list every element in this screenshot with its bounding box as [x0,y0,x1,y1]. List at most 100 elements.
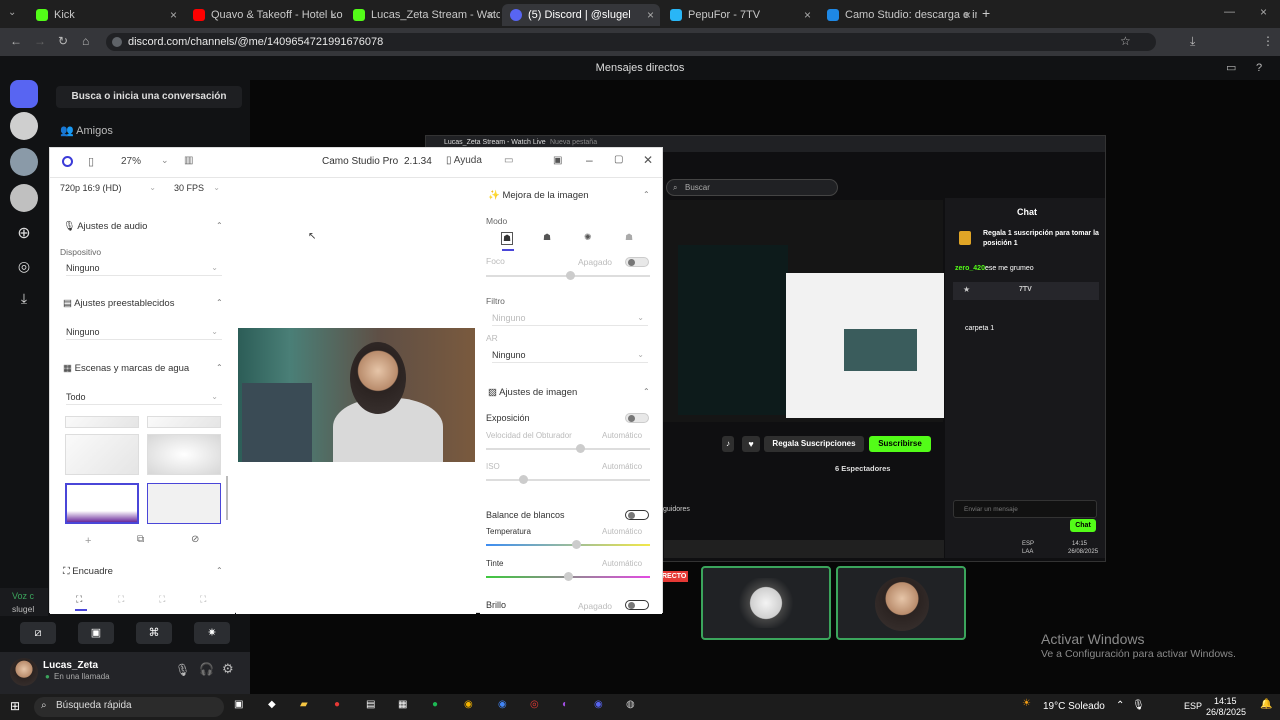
chevron-up-icon[interactable]: ⌃ [216,298,223,307]
taskbar-search[interactable]: ⌕ Búsqueda rápida [34,697,224,717]
hide-watermark-icon[interactable]: ⊘ [191,534,199,545]
input-language[interactable]: ESP [1184,701,1202,711]
framing-auto-icon[interactable]: ⛶ [118,594,124,605]
close-icon[interactable]: ✕ [643,153,653,167]
scene-thumbnail[interactable] [147,416,221,428]
discord-home-icon[interactable] [10,80,38,108]
focus-slider[interactable] [486,271,650,280]
ar-select[interactable]: Ninguno ⌄ [492,347,648,363]
subscribe-button[interactable]: Suscribirse [869,436,931,452]
slider-knob[interactable] [566,271,575,280]
close-icon[interactable]: × [964,8,971,22]
server-avatar[interactable] [10,112,38,140]
voice-status[interactable]: Voz c slugel [0,588,48,616]
tab-camo[interactable]: Camo Studio: descarga e instal× [819,4,977,26]
tab-youtube[interactable]: Quavo & Takeoff - Hotel Lo × [185,4,343,26]
stream-tab[interactable]: Lucas_Zeta Stream - Watch Live [444,139,546,146]
explore-icon[interactable]: ◎ [10,252,38,280]
tint-slider[interactable] [486,572,650,581]
tray-chevron-icon[interactable]: ⌃ [1116,700,1124,711]
preset-select[interactable]: Ninguno ⌄ [66,324,222,340]
fps-select[interactable]: 30 FPS ⌄ [168,180,224,196]
spotify-icon[interactable]: ● [432,699,438,710]
star-icon[interactable]: ★ [963,285,970,294]
slider-knob[interactable] [564,572,573,581]
close-window-icon[interactable]: × [1260,5,1267,19]
focus-toggle[interactable] [625,257,649,267]
add-icon[interactable]: + [85,535,91,547]
sidebar-toggle-icon[interactable]: ▯ [88,155,94,168]
record-icon[interactable]: ▭ [504,155,513,166]
mode-light-icon[interactable]: ✺ [584,232,592,243]
new-tab-button[interactable]: + [982,5,990,21]
mic-app-icon[interactable]: ● [334,699,340,710]
presets-section-header[interactable]: ▤ Ajustes preestablecidos [63,298,174,309]
clock-time[interactable]: 14:15 [1214,696,1237,706]
close-icon[interactable]: × [647,8,654,22]
site-info-icon[interactable] [112,37,122,47]
shutter-slider[interactable] [486,444,650,453]
settings-gear-icon[interactable]: ⚙ [222,661,234,677]
chat-send-button[interactable]: Chat [1070,519,1096,532]
clock-date[interactable]: 26/8/2025 [1206,707,1246,717]
menu-icon[interactable]: ⋮ [1262,34,1274,48]
close-icon[interactable]: × [170,8,177,22]
iso-slider[interactable] [486,475,650,484]
help-icon[interactable]: ? [1256,56,1262,80]
slider-knob[interactable] [519,475,528,484]
server-avatar[interactable] [10,148,38,176]
file-explorer-icon[interactable]: ▰ [300,699,308,710]
mic-icon[interactable]: 🎙 [175,663,190,677]
mode-portrait-icon[interactable]: ☗ [501,232,514,245]
app-icon[interactable]: ▦ [398,699,407,710]
temperature-slider[interactable] [486,540,650,549]
resolution-select[interactable]: 720p 16:9 (HD) ⌄ [60,180,160,196]
close-icon[interactable]: × [804,8,811,22]
mic-tray-icon[interactable]: 🎙 [1132,700,1145,711]
friends-link[interactable]: 👥 Amigos [60,124,113,137]
tab-discord[interactable]: (5) Discord | @slugel × [502,4,660,26]
search-input[interactable]: Busca o inicia una conversación [56,86,242,108]
help-button[interactable]: ▯ Ayuda [446,155,482,166]
app-icon[interactable]: ◎ [530,699,539,710]
download-icon[interactable]: ⤓ [1190,34,1195,49]
mode-person-icon[interactable]: ☗ [543,232,551,243]
activity-icon[interactable]: ⌘ [136,622,172,644]
app-icon[interactable]: ◐ [562,699,568,710]
server-avatar[interactable] [10,184,38,212]
voice-participant-tile[interactable] [836,566,966,640]
framing-center-icon[interactable]: ⛶ [159,594,165,605]
exposure-toggle[interactable] [625,413,649,423]
home-icon[interactable]: ⌂ [82,34,89,48]
chat-input[interactable]: Enviar un mensaje [953,500,1097,518]
bell-icon[interactable]: ♪ [722,436,734,452]
import-icon[interactable]: ⧉ [137,534,144,545]
camera-icon[interactable]: ▣ [78,622,114,644]
chevron-up-icon[interactable]: ⌃ [216,221,223,230]
brightness-toggle[interactable] [625,600,649,610]
scene-thumbnail[interactable] [65,434,139,475]
screen-share-icon[interactable]: ⧄ [20,622,56,644]
tab-stream[interactable]: Lucas_Zeta Stream - Watch Live× [345,4,500,26]
weather-text[interactable]: 19°C Soleado [1043,701,1105,712]
tab-kick[interactable]: Kick × [28,4,183,26]
voice-participant-tile[interactable] [701,566,831,640]
tab-list-icon[interactable]: ⌄ [8,7,16,18]
zoom-level[interactable]: 27% [121,156,141,167]
scene-thumbnail-selected[interactable] [65,483,139,524]
enhance-section-header[interactable]: ✨ Mejora de la imagen [488,190,589,201]
close-icon[interactable]: × [330,8,337,22]
chevron-up-icon[interactable]: ⌃ [216,363,223,372]
chevron-up-icon[interactable]: ⌃ [643,387,650,396]
discord-icon[interactable]: ◍ [626,699,635,710]
audio-section-header[interactable]: 🎙 Ajustes de audio [63,221,147,232]
avatar[interactable] [10,658,38,686]
scenes-section-header[interactable]: ▦ Escenas y marcas de agua [63,363,189,374]
new-tab[interactable]: Nueva pestaña [550,139,597,146]
framing-manual-icon[interactable]: ⛶ [76,594,82,605]
tab-7tv[interactable]: 7TV [1019,286,1032,293]
close-icon[interactable]: × [487,8,494,22]
start-icon[interactable]: ⊞ [10,699,20,713]
minimize-icon[interactable]: — [1224,6,1235,18]
tab-7tv[interactable]: PepuFor - 7TV × [662,4,817,26]
